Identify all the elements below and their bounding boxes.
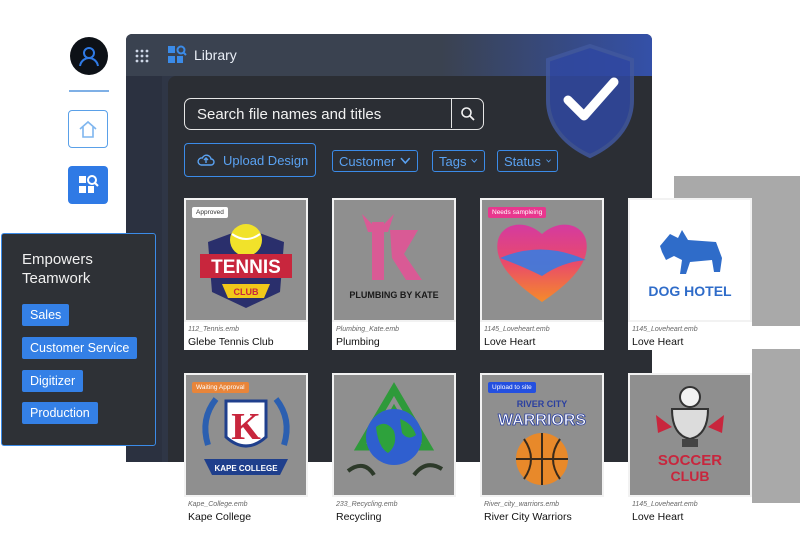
card-meta: Kape_College.emb Kape College bbox=[184, 497, 308, 525]
design-title: Plumbing bbox=[336, 336, 380, 348]
card-meta: 1145_Loveheart.emb Love Heart bbox=[628, 322, 752, 350]
plumbing-text: PLUMBING BY KATE bbox=[349, 290, 438, 300]
design-thumbnail: Needs sampleing bbox=[480, 198, 604, 322]
plumbing-logo: PLUMBING BY KATE bbox=[349, 214, 439, 300]
soccer-text: SOCCER bbox=[658, 452, 722, 469]
file-name: 233_Recycling.emb bbox=[336, 501, 398, 508]
design-thumbnail: SOCCER CLUB bbox=[628, 373, 752, 497]
file-name: Kape_College.emb bbox=[188, 501, 248, 508]
heart-logo bbox=[497, 224, 587, 302]
chevron-down-icon bbox=[400, 157, 411, 165]
upload-design-button[interactable]: Upload Design bbox=[184, 143, 316, 177]
card-meta: 1145_Loveheart.emb Love Heart bbox=[480, 322, 604, 350]
search-box[interactable]: Search file names and titles bbox=[184, 98, 484, 130]
role-chip-digitizer[interactable]: Digitizer bbox=[22, 370, 84, 392]
design-title: Love Heart bbox=[632, 511, 684, 523]
chevron-down-icon bbox=[471, 158, 478, 163]
status-badge: Approved bbox=[192, 207, 228, 218]
kape-letter: K bbox=[231, 406, 261, 448]
design-title: Glebe Tennis Club bbox=[188, 336, 274, 348]
tennis-logo: TENNIS CLUB bbox=[200, 224, 292, 308]
design-title: Love Heart bbox=[484, 336, 536, 348]
cloud-upload-icon bbox=[197, 154, 215, 166]
role-chip-sales[interactable]: Sales bbox=[22, 304, 70, 326]
design-card[interactable]: Needs sampleing 1145_Loveheart.emb Love … bbox=[480, 198, 604, 350]
design-title: River City Warriors bbox=[484, 511, 572, 523]
app-title: Library bbox=[194, 47, 237, 63]
tennis-club-text: CLUB bbox=[234, 287, 259, 297]
library-icon bbox=[168, 45, 187, 63]
river-top-text: RIVER CITY bbox=[517, 399, 568, 409]
card-meta: 233_Recycling.emb Recycling bbox=[332, 497, 456, 525]
file-name: 1145_Loveheart.emb bbox=[632, 326, 698, 333]
search-icon bbox=[460, 106, 475, 121]
status-badge: Needs sampleing bbox=[488, 207, 547, 218]
home-icon bbox=[79, 120, 97, 138]
design-card[interactable]: Waiting Approval K KAPE COLLEGE Kape_Col… bbox=[184, 373, 308, 525]
river-city-logo: RIVER CITY WARRIORS bbox=[498, 399, 587, 485]
design-card[interactable]: Approved TENNIS CLUB 112_Tennis.emb Gleb… bbox=[184, 198, 308, 350]
ghost-card bbox=[752, 349, 800, 503]
search-input[interactable]: Search file names and titles bbox=[197, 106, 381, 123]
design-thumbnail: Approved TENNIS CLUB bbox=[184, 198, 308, 322]
role-chip-production[interactable]: Production bbox=[22, 402, 98, 424]
user-icon bbox=[79, 47, 99, 67]
file-name: Plumbing_Kate.emb bbox=[336, 326, 400, 333]
design-thumbnail: Waiting Approval K KAPE COLLEGE bbox=[184, 373, 308, 497]
design-thumbnail bbox=[332, 373, 456, 497]
filter-status-label: Status bbox=[504, 153, 541, 169]
file-name: 1145_Loveheart.emb bbox=[632, 501, 698, 508]
recycling-logo bbox=[346, 382, 444, 477]
upload-design-label: Upload Design bbox=[223, 152, 309, 168]
design-title: Kape College bbox=[188, 511, 252, 523]
dog-hotel-text: DOG HOTEL bbox=[648, 283, 732, 299]
card-meta: 112_Tennis.emb Glebe Tennis Club bbox=[184, 322, 308, 350]
shield-check-icon bbox=[546, 43, 634, 159]
file-name: River_city_warriors.emb bbox=[484, 501, 560, 508]
dog-hotel-logo: DOG HOTEL bbox=[648, 230, 732, 299]
design-card[interactable]: DOG HOTEL 1145_Loveheart.emb Love Heart bbox=[628, 198, 752, 350]
soccer-club-text: CLUB bbox=[671, 468, 710, 484]
teamwork-title: Empowers Teamwork bbox=[22, 251, 93, 287]
kape-text: KAPE COLLEGE bbox=[214, 464, 278, 473]
kape-college-logo: K KAPE COLLEGE bbox=[202, 397, 290, 475]
design-card[interactable]: Upload to site RIVER CITY WARRIORS River… bbox=[480, 373, 604, 525]
card-meta: Plumbing_Kate.emb Plumbing bbox=[332, 322, 456, 350]
filter-customer-label: Customer bbox=[339, 153, 396, 169]
apps-grid-icon[interactable] bbox=[135, 49, 149, 63]
marketing-stage: Library Search file names and titles Upl… bbox=[0, 0, 800, 547]
design-thumbnail: PLUMBING BY KATE bbox=[332, 198, 456, 322]
design-title: Recycling bbox=[336, 511, 382, 523]
status-badge: Waiting Approval bbox=[192, 382, 249, 393]
file-name: 1145_Loveheart.emb bbox=[484, 326, 550, 333]
rail-divider bbox=[69, 90, 109, 92]
user-avatar-button[interactable] bbox=[70, 37, 108, 75]
design-card[interactable]: PLUMBING BY KATE Plumbing_Kate.emb Plumb… bbox=[332, 198, 456, 350]
library-search-icon bbox=[79, 175, 99, 193]
design-title: Love Heart bbox=[632, 336, 684, 348]
card-meta: 1145_Loveheart.emb Love Heart bbox=[628, 497, 752, 525]
home-button[interactable] bbox=[68, 110, 108, 148]
filter-customer[interactable]: Customer bbox=[332, 150, 418, 172]
teamwork-panel: Empowers Teamwork Sales Customer Service… bbox=[1, 233, 156, 446]
design-card[interactable]: SOCCER CLUB 1145_Loveheart.emb Love Hear… bbox=[628, 373, 752, 525]
library-button[interactable] bbox=[68, 166, 108, 204]
tennis-text: TENNIS bbox=[211, 257, 281, 278]
design-thumbnail: Upload to site RIVER CITY WARRIORS bbox=[480, 373, 604, 497]
filter-tags-label: Tags bbox=[439, 153, 467, 169]
soccer-club-logo: SOCCER CLUB bbox=[656, 386, 724, 484]
design-thumbnail: DOG HOTEL bbox=[628, 198, 752, 322]
role-chip-customer-service[interactable]: Customer Service bbox=[22, 337, 138, 359]
file-name: 112_Tennis.emb bbox=[188, 326, 239, 333]
status-badge: Upload to site bbox=[488, 382, 536, 393]
search-button[interactable] bbox=[451, 99, 483, 128]
design-card[interactable]: 233_Recycling.emb Recycling bbox=[332, 373, 456, 525]
card-meta: River_city_warriors.emb River City Warri… bbox=[480, 497, 604, 525]
filter-tags[interactable]: Tags bbox=[432, 150, 485, 172]
river-text: WARRIORS bbox=[498, 412, 586, 429]
